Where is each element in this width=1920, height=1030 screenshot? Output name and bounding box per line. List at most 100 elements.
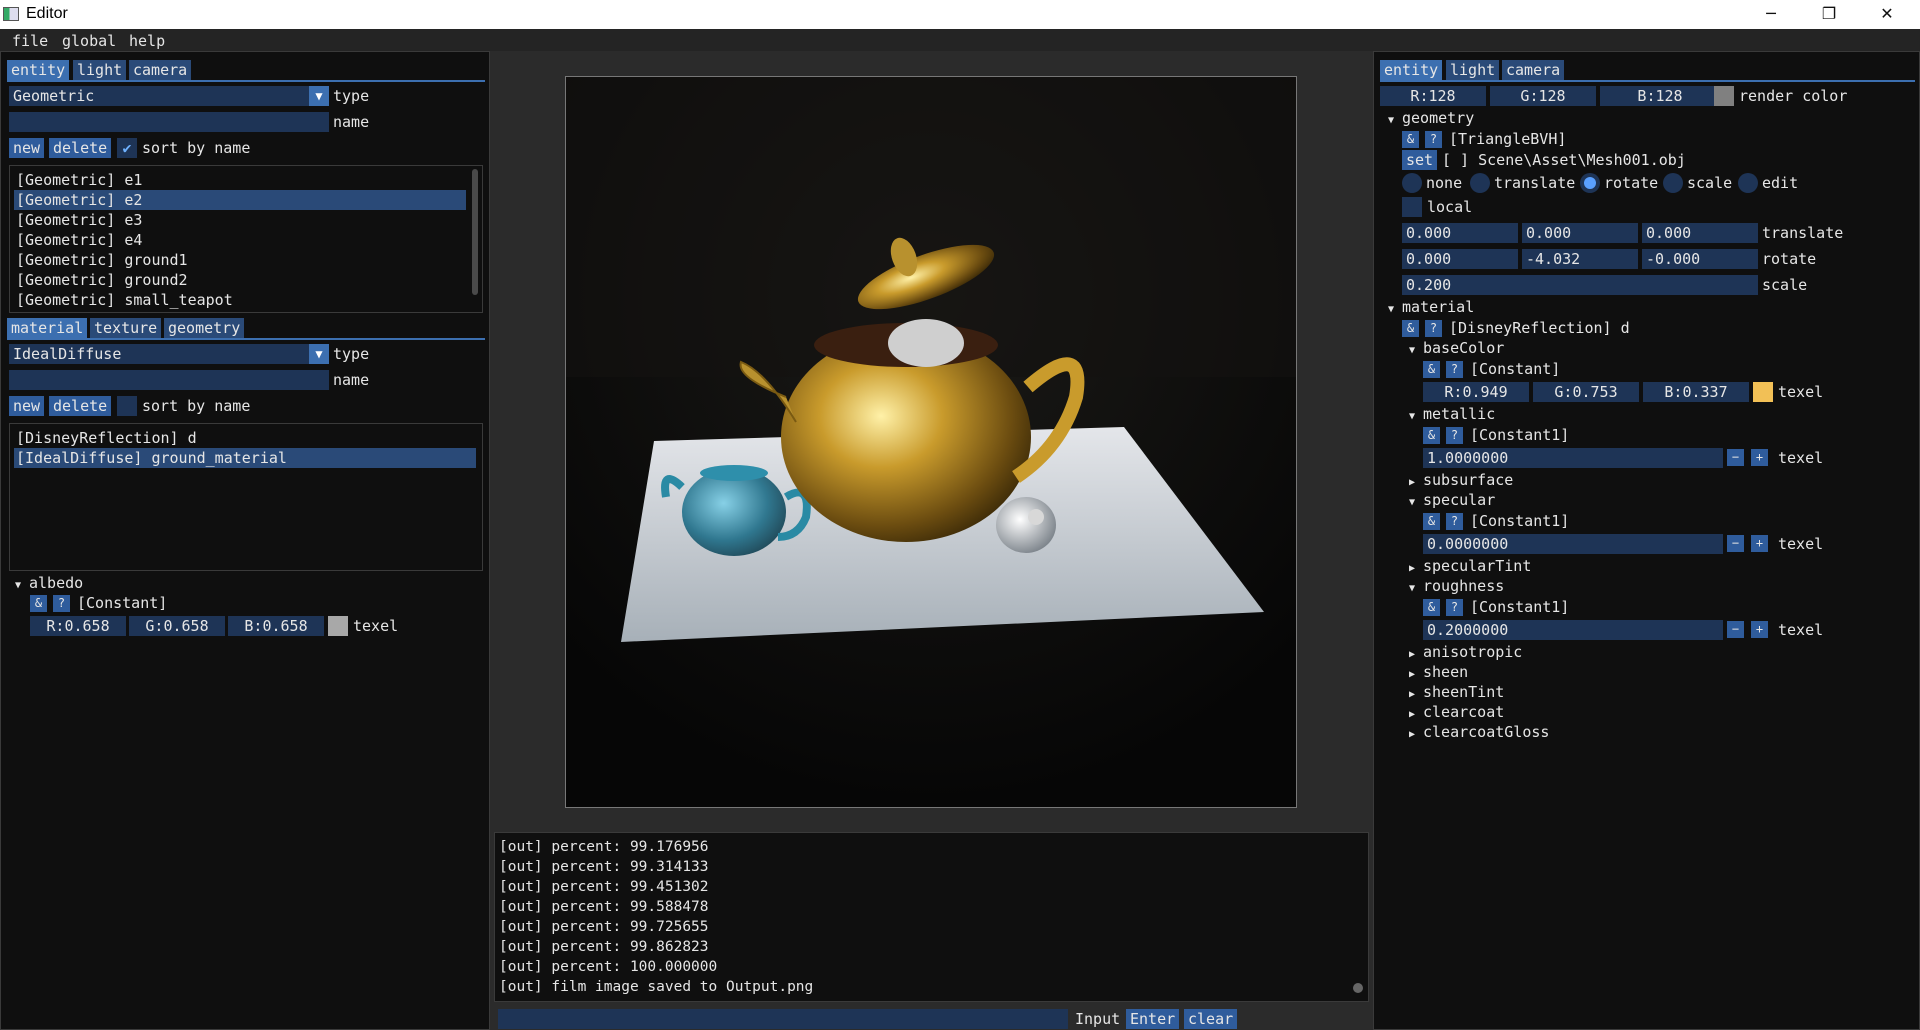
list-item[interactable]: [Geometric] e3 [14,210,142,230]
tab-material[interactable]: material [7,318,88,338]
tab-light[interactable]: light [1446,60,1500,80]
tab-camera[interactable]: camera [1502,60,1565,80]
render-viewport[interactable] [565,76,1297,808]
list-item[interactable]: [DisneyReflection] d [14,428,197,448]
specular-reference-button[interactable]: & [1423,513,1440,530]
new-material-button[interactable]: new [9,396,45,416]
roughness-decrement-button[interactable]: − [1727,621,1744,638]
albedo-r-field[interactable]: R:0.658 [30,616,126,636]
new-entity-button[interactable]: new [9,138,45,158]
translate-z-field[interactable]: 0.000 [1642,223,1758,243]
tab-camera[interactable]: camera [129,60,192,80]
albedo-node[interactable]: ▼ albedo [15,573,83,596]
material-help-button[interactable]: ? [1425,320,1442,337]
basecolor-node[interactable]: ▼ baseColor [1409,338,1504,361]
metallic-help-button[interactable]: ? [1446,427,1463,444]
roughness-node[interactable]: ▼ roughness [1409,576,1504,599]
geometry-reference-button[interactable]: & [1402,131,1419,148]
geometry-node[interactable]: ▼ geometry [1388,108,1474,131]
roughness-help-button[interactable]: ? [1446,599,1463,616]
close-button[interactable]: ✕ [1858,0,1916,29]
translate-y-field[interactable]: 0.000 [1522,223,1638,243]
list-item[interactable]: [IdealDiffuse] ground_material [14,448,476,468]
tab-texture[interactable]: texture [90,318,162,338]
mode-edit-radio[interactable] [1738,173,1758,193]
list-item[interactable]: [Geometric] ground2 [14,270,188,290]
albedo-reference-button[interactable]: & [30,595,47,612]
specular-help-button[interactable]: ? [1446,513,1463,530]
rotate-y-field[interactable]: -4.032 [1522,249,1638,269]
list-item[interactable]: [Geometric] ground1 [14,250,188,270]
mode-rotate-radio[interactable] [1580,173,1600,193]
chevron-down-icon[interactable]: ▼ [309,344,329,364]
metallic-reference-button[interactable]: & [1423,427,1440,444]
tab-light[interactable]: light [73,60,127,80]
basecolor-r-field[interactable]: R:0.949 [1423,382,1529,402]
menu-help[interactable]: help [129,32,165,50]
delete-entity-button[interactable]: delete [49,138,112,158]
specular-decrement-button[interactable]: − [1727,535,1744,552]
scale-field[interactable]: 0.200 [1402,275,1758,295]
roughness-reference-button[interactable]: & [1423,599,1440,616]
basecolor-g-field[interactable]: G:0.753 [1533,382,1639,402]
basecolor-b-field[interactable]: B:0.337 [1643,382,1749,402]
list-item[interactable]: [Geometric] small_teapot [14,290,233,310]
albedo-help-button[interactable]: ? [53,595,70,612]
material-node[interactable]: ▼ material [1388,297,1474,320]
entity-name-input[interactable] [9,112,329,132]
list-item[interactable]: [Geometric] e1 [14,170,142,190]
entity-type-combo[interactable]: Geometric ▼ [9,86,329,106]
specular-increment-button[interactable]: + [1751,535,1768,552]
tab-entity[interactable]: entity [7,60,70,80]
maximize-button[interactable]: ❐ [1800,0,1858,29]
metallic-decrement-button[interactable]: − [1727,449,1744,466]
metallic-node[interactable]: ▼ metallic [1409,404,1495,427]
delete-material-button[interactable]: delete [49,396,112,416]
tab-geometry[interactable]: geometry [164,318,245,338]
list-item[interactable]: [Geometric] e2 [14,190,466,210]
list-item[interactable]: [Geometric] e4 [14,230,142,250]
local-checkbox[interactable] [1402,197,1422,217]
basecolor-swatch[interactable] [1753,382,1773,402]
material-type-combo[interactable]: IdealDiffuse ▼ [9,344,329,364]
clearcoatgloss-node[interactable]: ▶ clearcoatGloss [1409,722,1549,745]
sort-by-name-checkbox[interactable]: ✔ [117,138,137,158]
translate-x-field[interactable]: 0.000 [1402,223,1518,243]
mode-none-radio[interactable] [1402,173,1422,193]
enter-button[interactable]: Enter [1126,1009,1180,1029]
basecolor-reference-button[interactable]: & [1423,361,1440,378]
console-scrollbar[interactable] [1353,983,1363,993]
local-label: local [1427,198,1473,216]
render-color-swatch[interactable] [1714,86,1734,106]
material-reference-button[interactable]: & [1402,320,1419,337]
set-mesh-button[interactable]: set [1402,150,1438,170]
roughness-value-field[interactable]: 0.2000000 [1423,620,1723,640]
mode-translate-radio[interactable] [1470,173,1490,193]
entity-list-scrollbar[interactable] [472,169,478,295]
chevron-down-icon[interactable]: ▼ [309,86,329,106]
specular-node[interactable]: ▼ specular [1409,490,1495,513]
geometry-help-button[interactable]: ? [1425,131,1442,148]
console-input[interactable] [498,1009,1068,1029]
metallic-value-field[interactable]: 1.0000000 [1423,448,1723,468]
menu-global[interactable]: global [62,32,116,50]
render-color-r[interactable]: R:128 [1380,86,1486,106]
albedo-g-field[interactable]: G:0.658 [129,616,225,636]
albedo-b-field[interactable]: B:0.658 [228,616,324,636]
basecolor-help-button[interactable]: ? [1446,361,1463,378]
menu-file[interactable]: file [12,32,48,50]
material-name-input[interactable] [9,370,329,390]
minimize-button[interactable]: ─ [1742,0,1800,29]
specular-value-field[interactable]: 0.0000000 [1423,534,1723,554]
rotate-z-field[interactable]: -0.000 [1642,249,1758,269]
render-color-g[interactable]: G:128 [1490,86,1596,106]
metallic-increment-button[interactable]: + [1751,449,1768,466]
mode-scale-radio[interactable] [1663,173,1683,193]
tab-entity[interactable]: entity [1380,60,1443,80]
roughness-increment-button[interactable]: + [1751,621,1768,638]
material-sort-checkbox[interactable] [117,396,137,416]
albedo-color-swatch[interactable] [328,616,348,636]
clear-button[interactable]: clear [1184,1009,1238,1029]
rotate-x-field[interactable]: 0.000 [1402,249,1518,269]
render-color-b[interactable]: B:128 [1600,86,1720,106]
